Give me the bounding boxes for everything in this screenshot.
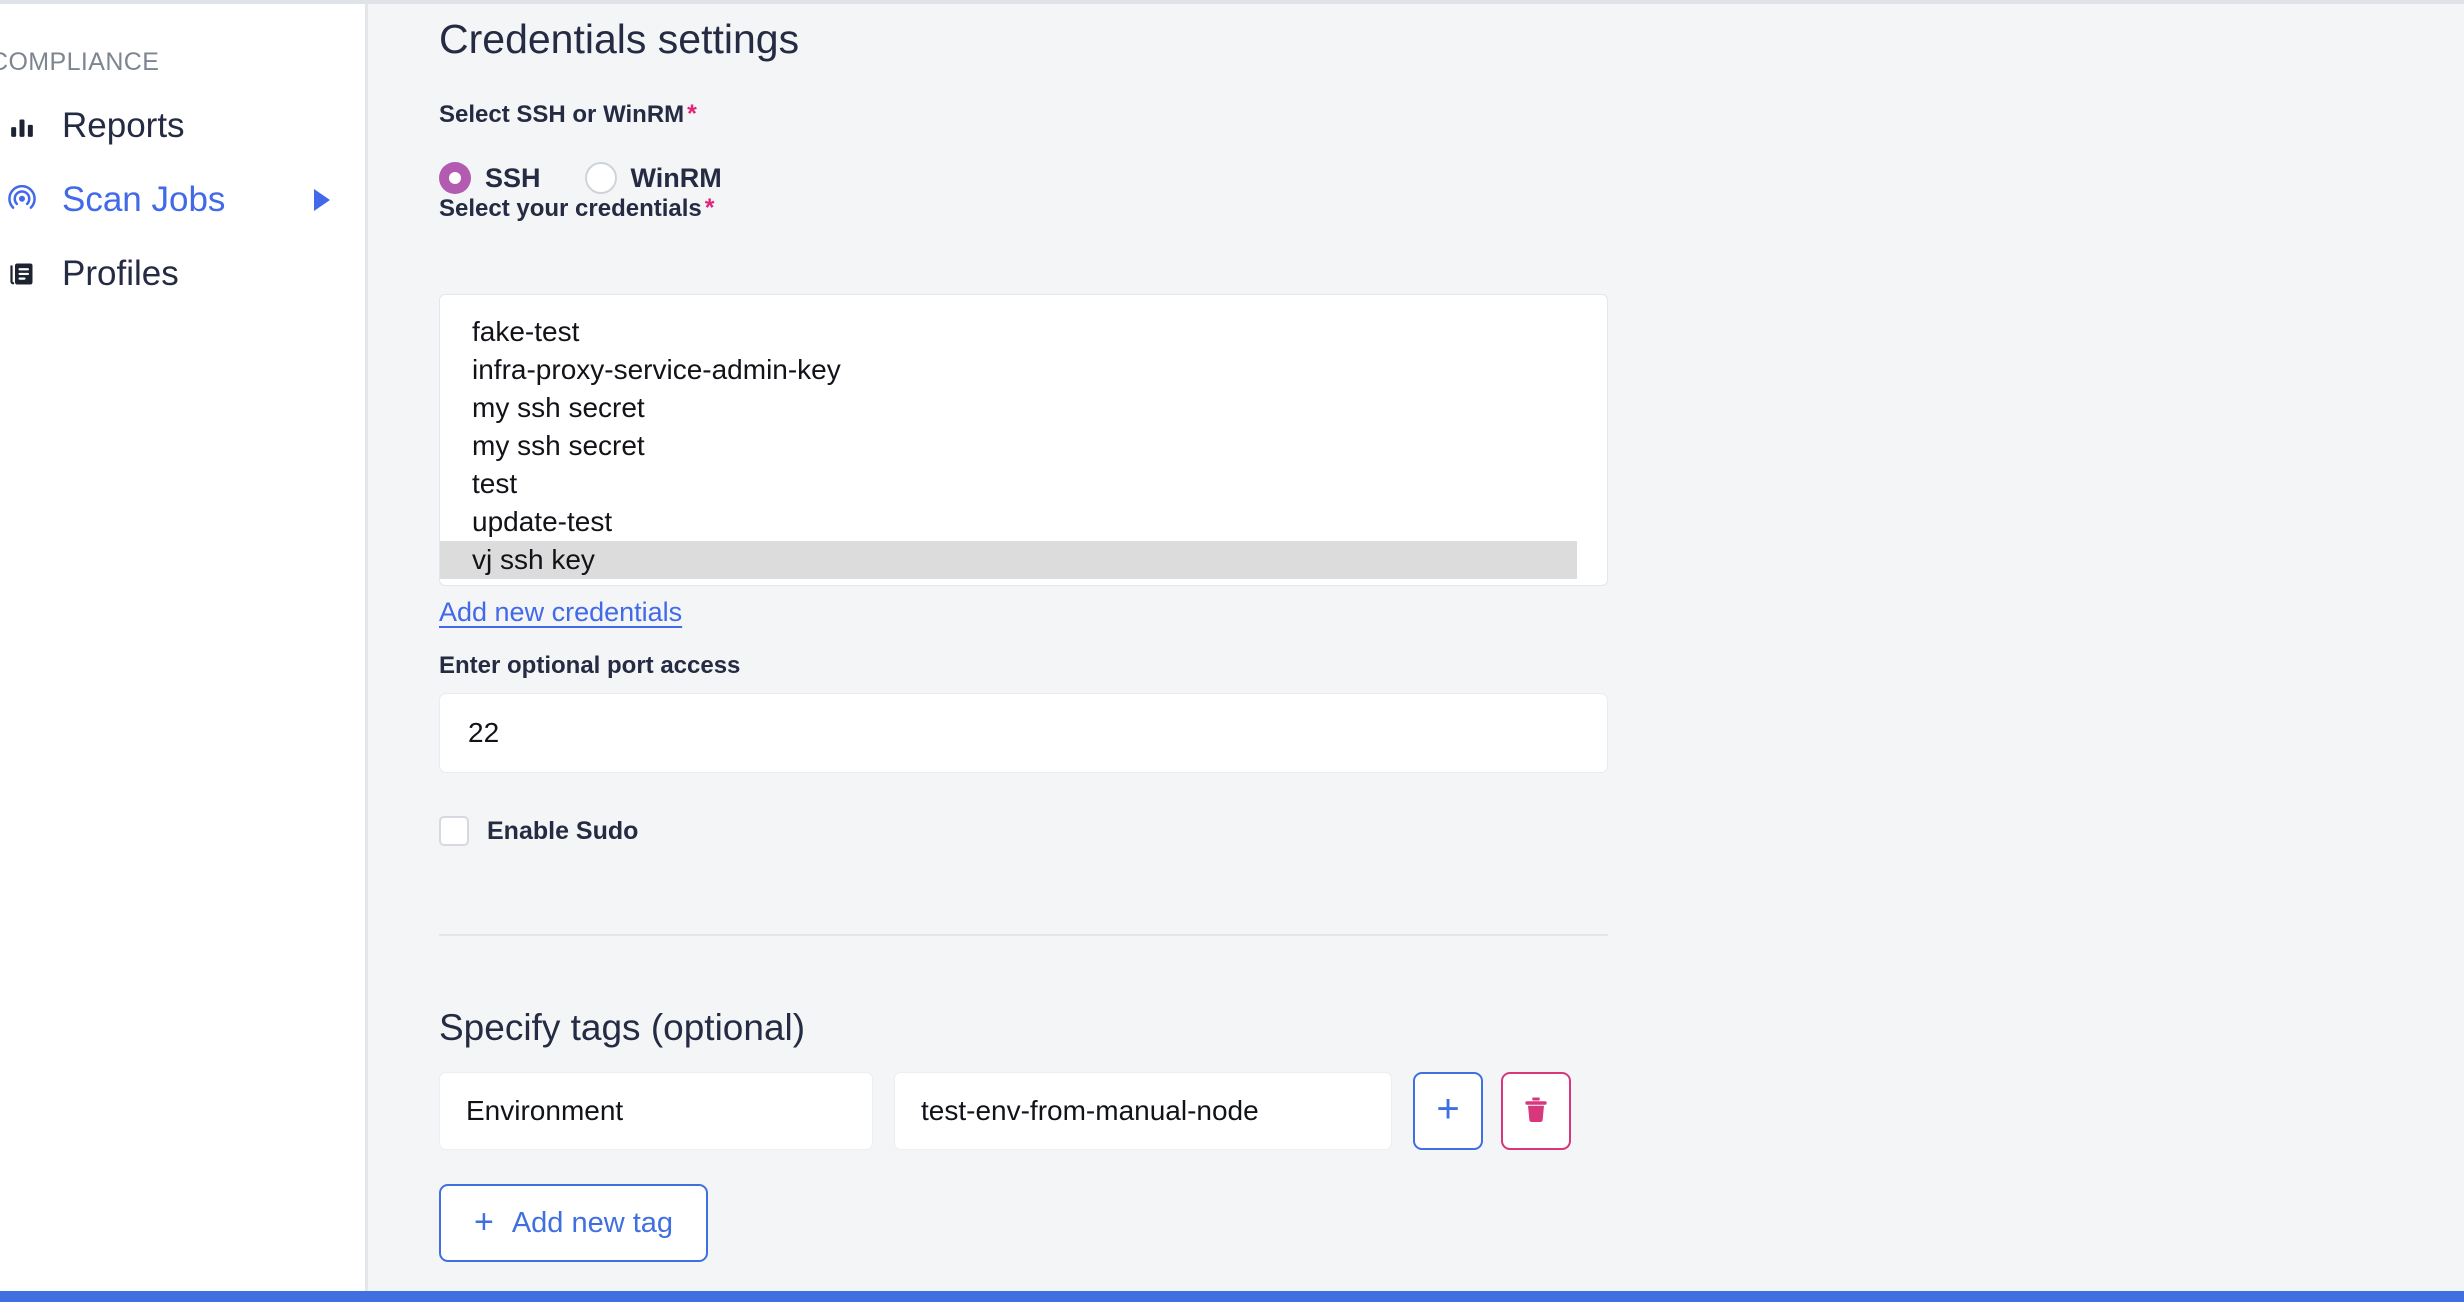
sidebar-item-label: Reports — [62, 106, 185, 145]
credentials-label-text: Select your credentials — [439, 195, 702, 222]
sidebar-item-label: Profiles — [62, 254, 179, 293]
enable-sudo-label: Enable Sudo — [487, 816, 639, 845]
enable-sudo-row[interactable]: Enable Sudo — [439, 816, 638, 846]
sidebar-item-scan-jobs[interactable]: Scan Jobs — [0, 168, 368, 232]
sidebar-item-profiles[interactable]: Profiles — [0, 242, 368, 306]
list-item[interactable]: infra-proxy-service-admin-key — [440, 351, 1607, 389]
sidebar-item-reports[interactable]: Reports — [0, 94, 368, 158]
credentials-listbox[interactable]: fake-test infra-proxy-service-admin-key … — [439, 294, 1608, 586]
sidebar-section-label: COMPLIANCE — [0, 48, 160, 76]
radio-label-ssh: SSH — [485, 162, 541, 193]
app-root: COMPLIANCE Reports Scan Jobs Profiles Cr… — [0, 0, 2464, 1302]
protocol-label-text: Select SSH or WinRM — [439, 101, 685, 128]
radar-scan-icon — [0, 185, 44, 215]
required-marker: * — [687, 100, 697, 128]
radio-indicator-ssh[interactable] — [439, 162, 471, 194]
add-tag-row-button[interactable]: + — [1413, 1072, 1483, 1150]
radio-label-winrm: WinRM — [630, 162, 722, 193]
port-label: Enter optional port access — [439, 652, 741, 679]
page-title: Credentials settings — [439, 16, 800, 62]
credentials-label: Select your credentials * — [439, 194, 715, 223]
list-item-selected[interactable]: vj ssh key — [440, 541, 1577, 579]
tag-key-input[interactable]: Environment — [439, 1072, 873, 1150]
add-new-tag-label: Add new tag — [511, 1206, 674, 1239]
port-input[interactable]: 22 — [439, 693, 1608, 773]
add-new-tag-button[interactable]: + Add new tag — [439, 1184, 708, 1262]
plus-icon: + — [1436, 1087, 1460, 1131]
radio-option-ssh[interactable]: SSH — [439, 162, 541, 194]
tag-row: Environment test-env-from-manual-node + — [439, 1072, 1571, 1150]
radio-indicator-winrm[interactable] — [584, 162, 617, 194]
list-item[interactable]: my ssh secret — [440, 389, 1607, 427]
documents-icon — [0, 260, 44, 288]
main-content: Credentials settings Select SSH or WinRM… — [371, 4, 2464, 1291]
list-item[interactable]: test — [440, 465, 1607, 503]
trash-icon — [1521, 1094, 1551, 1129]
bottom-accent-bar — [0, 1291, 2464, 1302]
sidebar: COMPLIANCE Reports Scan Jobs Profiles — [0, 4, 368, 1291]
tag-value-input[interactable]: test-env-from-manual-node — [894, 1072, 1392, 1150]
section-divider — [439, 934, 1608, 936]
list-item[interactable]: my ssh secret — [440, 427, 1607, 465]
protocol-label: Select SSH or WinRM * — [439, 100, 697, 129]
plus-icon: + — [473, 1202, 494, 1241]
tags-section-title: Specify tags (optional) — [439, 1007, 806, 1048]
radio-option-winrm[interactable]: WinRM — [584, 162, 722, 194]
required-marker: * — [704, 194, 715, 222]
delete-tag-row-button[interactable] — [1501, 1072, 1571, 1150]
protocol-radio-group: SSH WinRM — [439, 162, 722, 194]
add-new-credentials-link[interactable]: Add new credentials — [439, 597, 682, 628]
list-item[interactable]: update-test — [440, 503, 1607, 541]
chevron-right-icon[interactable] — [314, 189, 330, 211]
sidebar-item-label: Scan Jobs — [62, 180, 226, 219]
bar-chart-icon — [0, 113, 44, 139]
enable-sudo-checkbox[interactable] — [439, 816, 469, 846]
list-item[interactable]: fake-test — [440, 313, 1607, 351]
